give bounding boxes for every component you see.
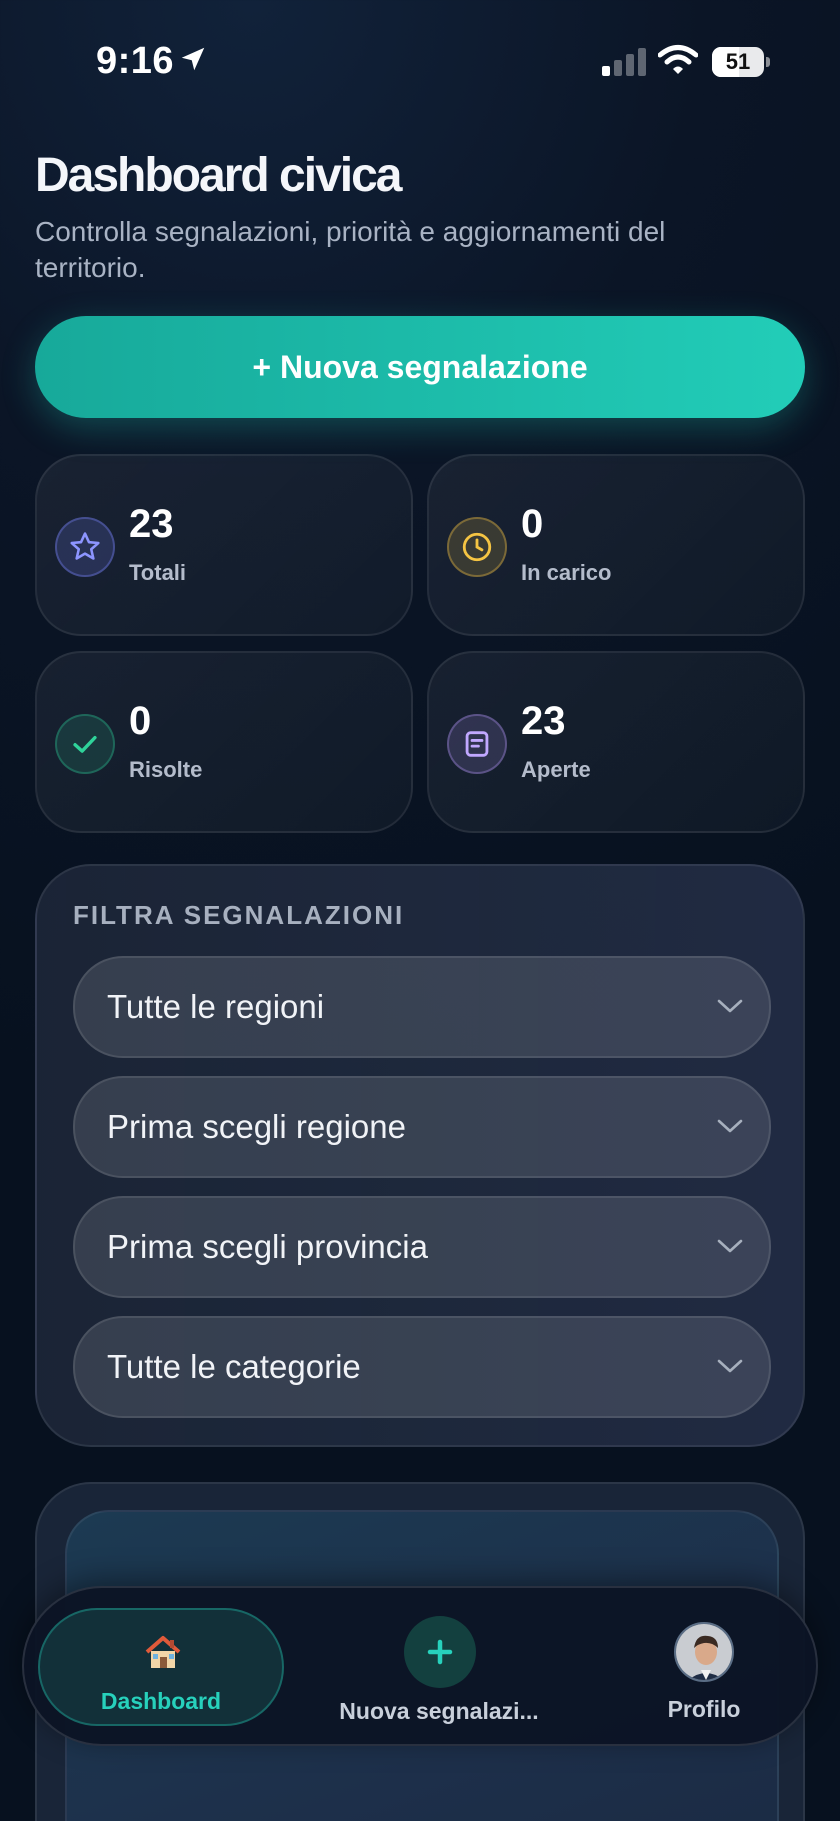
category-select[interactable]: Tutte le categorie: [73, 1316, 771, 1418]
document-icon: [447, 714, 507, 774]
filter-title: FILTRA SEGNALAZIONI: [73, 900, 405, 930]
province-select[interactable]: Prima scegli regione: [73, 1076, 771, 1178]
stat-card-open[interactable]: 23 Aperte: [427, 651, 805, 833]
status-time: 9:16: [96, 40, 175, 82]
stat-label: Totali: [129, 560, 187, 585]
province-select-value: Prima scegli regione: [107, 1108, 406, 1145]
tab-new-report-label: Nuova segnalazi...: [339, 1698, 539, 1724]
location-arrow-icon: [181, 47, 205, 71]
clock-icon: [447, 517, 507, 577]
region-select[interactable]: Tutte le regioni: [73, 956, 771, 1058]
star-icon: [55, 517, 115, 577]
plus-icon: [404, 1616, 476, 1688]
new-report-button[interactable]: + Nuova segnalazione: [35, 316, 805, 418]
wifi-icon: [658, 45, 698, 74]
tab-profile-label: Profilo: [667, 1696, 741, 1722]
page-title: Dashboard civica: [35, 149, 402, 202]
stat-value: 23: [521, 699, 566, 743]
stat-card-resolved[interactable]: 0 Risolte: [35, 651, 413, 833]
region-select-value: Tutte le regioni: [107, 988, 325, 1025]
stat-value: 23: [129, 502, 174, 546]
stat-card-in-progress[interactable]: 0 In carico: [427, 454, 805, 636]
stat-label: Risolte: [129, 757, 203, 782]
municipality-select-value: Prima scegli provincia: [107, 1228, 428, 1265]
page-subtitle: Controlla segnalazioni, priorità e aggio…: [35, 216, 666, 283]
municipality-select[interactable]: Prima scegli provincia: [73, 1196, 771, 1298]
cellular-signal-icon: [602, 48, 646, 76]
battery-level: 51: [725, 49, 751, 74]
filter-panel: FILTRA SEGNALAZIONI Tutte le regioni Pri…: [35, 864, 805, 1447]
status-bar: 9:16 51: [0, 0, 840, 120]
avatar: [674, 1622, 734, 1682]
category-select-value: Tutte le categorie: [107, 1348, 361, 1385]
check-icon: [55, 714, 115, 774]
chevron-down-icon: [717, 999, 743, 1013]
tab-dashboard-label: Dashboard: [100, 1688, 222, 1714]
stat-label: In carico: [521, 560, 612, 585]
chevron-down-icon: [717, 1239, 743, 1253]
chevron-down-icon: [717, 1119, 743, 1133]
tab-dashboard[interactable]: Dashboard: [38, 1608, 284, 1726]
stat-value: 0: [521, 502, 544, 546]
tab-bar: Dashboard Nuova segnalazi... Profilo: [22, 1586, 818, 1746]
stat-value: 0: [129, 699, 152, 743]
tab-new-report[interactable]: Nuova segnalazi...: [294, 1588, 584, 1748]
stat-card-total[interactable]: 23 Totali: [35, 454, 413, 636]
tab-profile[interactable]: Profilo: [604, 1588, 804, 1748]
stat-label: Aperte: [521, 757, 591, 782]
house-icon: [145, 1636, 181, 1668]
chevron-down-icon: [717, 1359, 743, 1373]
battery-indicator: 51: [712, 47, 770, 77]
